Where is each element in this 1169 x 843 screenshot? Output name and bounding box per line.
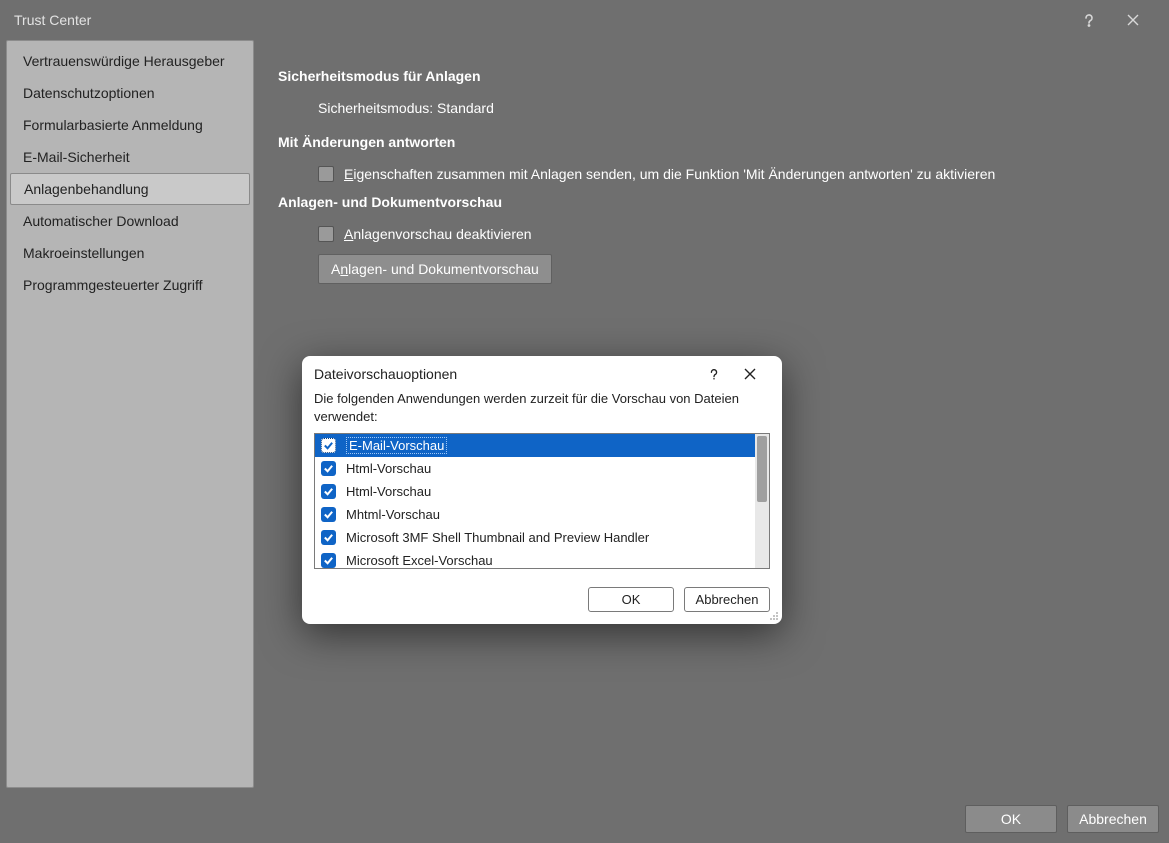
dialog-footer: OK Abbrechen (965, 805, 1159, 833)
section-reply-with-changes-heading: Mit Änderungen antworten (278, 134, 1139, 150)
checkbox-checked-icon[interactable] (321, 553, 336, 568)
checkbox-send-properties-label: Eigenschaften zusammen mit Anlagen sende… (344, 166, 995, 182)
list-item[interactable]: Microsoft 3MF Shell Thumbnail and Previe… (315, 526, 755, 549)
checkbox-icon (318, 166, 334, 182)
list-item-label: Mhtml-Vorschau (346, 507, 440, 522)
sidebar-item-trusted-publishers[interactable]: Vertrauenswürdige Herausgeber (7, 45, 253, 77)
list-item-label: Microsoft 3MF Shell Thumbnail and Previe… (346, 530, 649, 545)
sidebar-item-automatic-download[interactable]: Automatischer Download (7, 205, 253, 237)
modal-close-button[interactable] (730, 368, 770, 380)
sidebar-item-form-based-signin[interactable]: Formularbasierte Anmeldung (7, 109, 253, 141)
attachment-preview-button[interactable]: Anlagen- und Dokumentvorschau (318, 254, 552, 284)
checkbox-checked-icon[interactable] (321, 507, 336, 522)
list-item-label: Html-Vorschau (346, 484, 431, 499)
modal-title: Dateivorschauoptionen (314, 366, 698, 382)
sidebar-item-macro-settings[interactable]: Makroeinstellungen (7, 237, 253, 269)
modal-titlebar: Dateivorschauoptionen (302, 356, 782, 390)
help-button[interactable] (1067, 0, 1111, 40)
list-item[interactable]: Html-Vorschau (315, 457, 755, 480)
list-item[interactable]: E-Mail-Vorschau (315, 434, 755, 457)
preview-handlers-listbox[interactable]: E-Mail-Vorschau Html-Vorschau Html-Vorsc… (314, 433, 770, 569)
close-icon (744, 368, 756, 380)
sidebar-item-programmatic-access[interactable]: Programmgesteuerter Zugriff (7, 269, 253, 301)
cancel-button[interactable]: Abbrechen (1067, 805, 1159, 833)
modal-body: Die folgenden Anwendungen werden zurzeit… (302, 390, 782, 577)
help-icon (708, 368, 720, 380)
list-item[interactable]: Microsoft Excel-Vorschau (315, 549, 755, 568)
window-titlebar: Trust Center (0, 0, 1169, 40)
sidebar-item-privacy-options[interactable]: Datenschutzoptionen (7, 77, 253, 109)
list-inner: E-Mail-Vorschau Html-Vorschau Html-Vorsc… (315, 434, 755, 568)
list-item-label: Microsoft Excel-Vorschau (346, 553, 493, 568)
checkbox-disable-attachment-preview[interactable]: Anlagenvorschau deaktivieren (318, 226, 1139, 242)
security-mode-value: Sicherheitsmodus: Standard (318, 100, 1139, 116)
resize-grip-icon (767, 609, 779, 621)
checkbox-disable-attachment-preview-label: Anlagenvorschau deaktivieren (344, 226, 532, 242)
close-button[interactable] (1111, 0, 1155, 40)
modal-description: Die folgenden Anwendungen werden zurzeit… (314, 390, 770, 425)
sidebar-item-email-security[interactable]: E-Mail-Sicherheit (7, 141, 253, 173)
section-security-mode-heading: Sicherheitsmodus für Anlagen (278, 68, 1139, 84)
scrollbar-thumb[interactable] (757, 436, 767, 502)
modal-help-button[interactable] (698, 368, 730, 380)
file-preview-options-dialog: Dateivorschauoptionen Die folgenden Anwe… (302, 356, 782, 624)
checkbox-icon (318, 226, 334, 242)
resize-grip[interactable] (767, 609, 779, 621)
checkbox-checked-icon[interactable] (321, 484, 336, 499)
section-attachment-preview-heading: Anlagen- und Dokumentvorschau (278, 194, 1139, 210)
checkbox-checked-icon[interactable] (321, 461, 336, 476)
checkbox-checked-icon[interactable] (321, 438, 336, 453)
ok-button[interactable]: OK (965, 805, 1057, 833)
checkbox-checked-icon[interactable] (321, 530, 336, 545)
sidebar: Vertrauenswürdige Herausgeber Datenschut… (6, 40, 254, 788)
checkbox-send-properties[interactable]: Eigenschaften zusammen mit Anlagen sende… (318, 166, 1139, 182)
modal-footer: OK Abbrechen (302, 577, 782, 624)
sidebar-item-attachment-handling[interactable]: Anlagenbehandlung (10, 173, 250, 205)
list-item[interactable]: Mhtml-Vorschau (315, 503, 755, 526)
help-icon (1082, 13, 1096, 27)
list-item-label: E-Mail-Vorschau (346, 437, 447, 454)
modal-cancel-button[interactable]: Abbrechen (684, 587, 770, 612)
modal-ok-button[interactable]: OK (588, 587, 674, 612)
close-icon (1127, 14, 1139, 26)
list-item-label: Html-Vorschau (346, 461, 431, 476)
list-item[interactable]: Html-Vorschau (315, 480, 755, 503)
scrollbar[interactable] (755, 434, 769, 568)
window-title: Trust Center (14, 12, 1067, 28)
